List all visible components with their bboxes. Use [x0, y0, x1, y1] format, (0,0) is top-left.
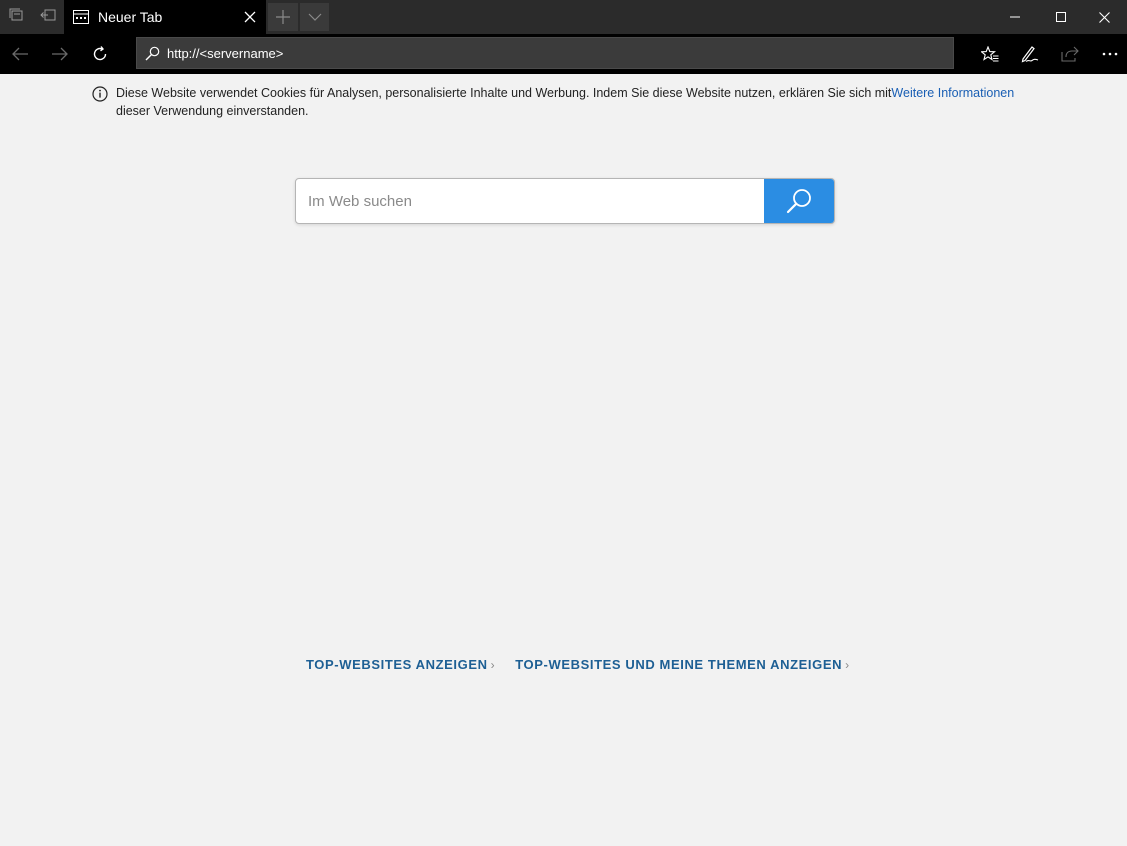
chevron-down-icon	[308, 13, 321, 21]
address-url: http://<servername>	[167, 46, 284, 61]
minimize-icon	[1010, 16, 1020, 18]
set-aside-icon	[40, 7, 56, 28]
tabs-aside-icon	[8, 7, 24, 28]
search-input[interactable]	[296, 179, 764, 223]
new-tab-button[interactable]	[268, 3, 298, 31]
title-bar: Neuer Tab	[0, 0, 1127, 34]
arrow-right-icon	[52, 47, 68, 61]
tab-title: Neuer Tab	[98, 9, 163, 25]
top-sites-links: TOP-WEBSITES ANZEIGEN › TOP-WEBSITES UND…	[306, 657, 850, 672]
window-close-button[interactable]	[1081, 0, 1127, 34]
refresh-button[interactable]	[80, 34, 120, 74]
minimize-button[interactable]	[992, 0, 1038, 34]
maximize-button[interactable]	[1038, 0, 1084, 34]
tabs-aside-button[interactable]	[0, 0, 32, 34]
more-menu-button[interactable]	[1090, 34, 1127, 74]
more-dots-icon	[1102, 52, 1118, 56]
arrow-left-icon	[12, 47, 28, 61]
address-bar[interactable]: http://<servername>	[136, 37, 954, 69]
show-top-sites-and-topics-link[interactable]: TOP-WEBSITES UND MEINE THEMEN ANZEIGEN ›	[515, 657, 849, 672]
search-button[interactable]	[764, 179, 834, 223]
tab-close-button[interactable]	[238, 5, 262, 29]
show-top-sites-and-topics-label: TOP-WEBSITES UND MEINE THEMEN ANZEIGEN	[515, 657, 843, 672]
cookie-notice-message-continued: dieser Verwendung einverstanden.	[116, 104, 309, 118]
show-top-sites-label: TOP-WEBSITES ANZEIGEN	[306, 657, 488, 672]
pen-icon	[1021, 46, 1039, 63]
more-info-link[interactable]: Weitere Informationen	[891, 86, 1014, 100]
forward-button[interactable]	[40, 34, 80, 74]
set-tabs-aside-button[interactable]	[32, 0, 64, 34]
close-icon	[1098, 11, 1110, 23]
tab-page-icon	[73, 10, 89, 29]
cookie-notice-text: Diese Website verwendet Cookies für Anal…	[116, 84, 1046, 120]
navigation-bar: http://<servername>	[0, 34, 1127, 74]
show-top-sites-link[interactable]: TOP-WEBSITES ANZEIGEN ›	[306, 657, 495, 672]
info-icon	[92, 86, 108, 107]
tab-list-button[interactable]	[300, 3, 329, 31]
refresh-icon	[93, 46, 107, 61]
web-search-box	[295, 178, 835, 224]
web-note-button[interactable]	[1010, 34, 1050, 74]
search-icon	[145, 46, 160, 66]
favorites-button[interactable]	[970, 34, 1010, 74]
share-icon	[1061, 46, 1079, 62]
tab-new-tab[interactable]: Neuer Tab	[64, 0, 266, 34]
search-icon	[786, 189, 811, 214]
close-icon	[244, 11, 256, 23]
cookie-notice-message: Diese Website verwendet Cookies für Anal…	[116, 86, 892, 100]
back-button[interactable]	[0, 34, 40, 74]
plus-icon	[276, 10, 290, 24]
share-button[interactable]	[1050, 34, 1090, 74]
favorites-star-icon	[981, 46, 999, 62]
chevron-right-icon: ›	[490, 657, 496, 672]
maximize-icon	[1056, 12, 1066, 22]
chevron-right-icon: ›	[845, 657, 850, 672]
